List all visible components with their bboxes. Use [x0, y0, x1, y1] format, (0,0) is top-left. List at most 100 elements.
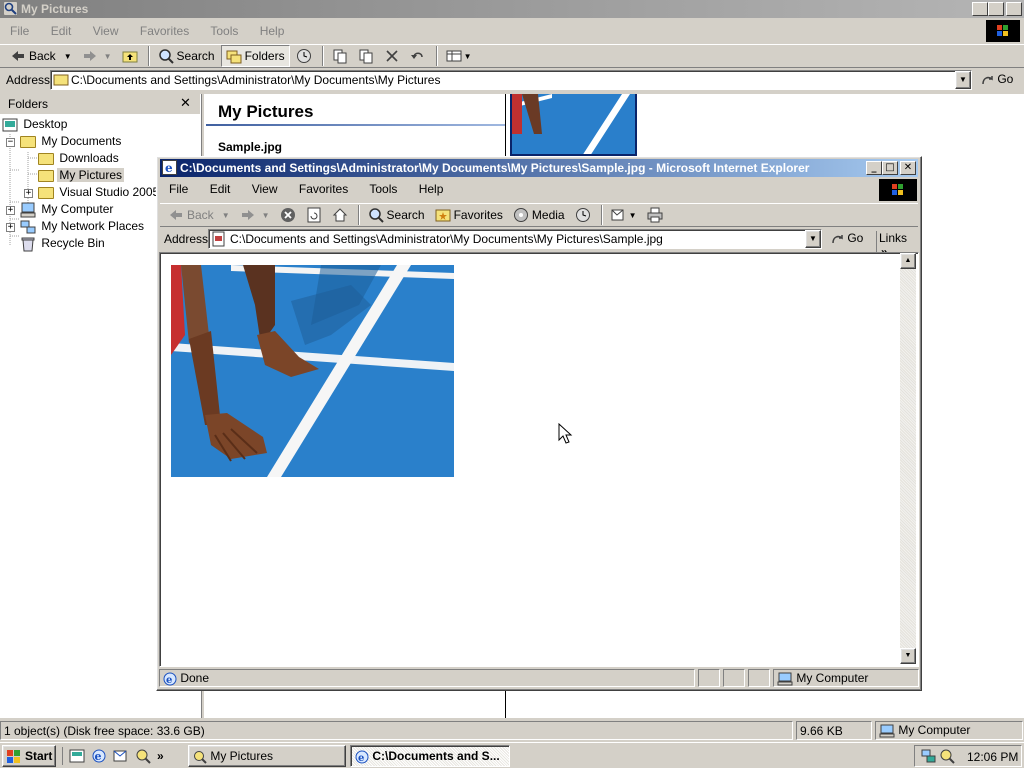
my-pictures-folder-icon: [38, 169, 54, 182]
ie-address-input[interactable]: C:\Documents and Settings\Administrator\…: [208, 229, 822, 249]
close-pane-button[interactable]: ✕: [180, 95, 191, 111]
ie-search-button[interactable]: Search: [364, 204, 429, 226]
back-button[interactable]: Back ▼: [6, 45, 76, 67]
tree-item-visual-studio-2005[interactable]: Visual Studio 2005: [38, 184, 161, 201]
show-desktop-icon[interactable]: [69, 748, 85, 764]
ie-go-button[interactable]: Go: [830, 231, 863, 246]
ie-minimize-button[interactable]: _: [866, 161, 882, 175]
ie-menu-view[interactable]: View: [252, 182, 278, 196]
menu-view[interactable]: View: [93, 24, 119, 38]
menu-help[interactable]: Help: [260, 24, 285, 38]
menu-file[interactable]: File: [10, 24, 29, 38]
scroll-down-button[interactable]: ▼: [900, 648, 916, 664]
copy-to-button[interactable]: [354, 45, 378, 67]
ie-address-dropdown-button[interactable]: ▼: [805, 230, 821, 248]
address-dropdown-button[interactable]: ▼: [955, 71, 971, 89]
menu-edit[interactable]: Edit: [51, 24, 72, 38]
outlook-express-icon[interactable]: [113, 748, 129, 764]
ie-media-button[interactable]: Media: [509, 204, 569, 226]
ie-back-button[interactable]: Back ▼: [164, 204, 234, 226]
internet-explorer-icon[interactable]: e: [91, 748, 107, 764]
ie-menu-edit[interactable]: Edit: [210, 182, 231, 196]
tree-item-desktop[interactable]: Desktop: [2, 116, 69, 133]
start-button[interactable]: Start: [2, 745, 56, 767]
status-left-text: 1 object(s) (Disk free space: 33.6 GB): [4, 724, 205, 738]
tree-item-downloads[interactable]: Downloads: [38, 150, 121, 167]
undo-button[interactable]: [406, 45, 430, 67]
recycle-bin-icon: [21, 237, 35, 252]
expand-toggle[interactable]: +: [6, 223, 15, 232]
close-button[interactable]: ✕: [1006, 2, 1022, 16]
search-tray-icon[interactable]: [939, 748, 955, 764]
ie-page-icon: e: [163, 672, 177, 686]
restore-button[interactable]: ❐: [988, 2, 1004, 16]
folders-button[interactable]: Folders: [220, 45, 290, 67]
search-icon: [158, 49, 174, 64]
history-button[interactable]: [292, 45, 316, 67]
expand-toggle[interactable]: +: [24, 189, 33, 198]
ie-refresh-button[interactable]: [302, 204, 326, 226]
ie-title-bar[interactable]: e C:\Documents and Settings\Administrato…: [160, 159, 918, 177]
thumbnail-sample-jpg[interactable]: [510, 94, 637, 156]
ie-home-button[interactable]: [328, 204, 352, 226]
tree-item-my-network-places[interactable]: My Network Places: [20, 218, 146, 235]
quick-launch-chevron-icon[interactable]: »: [157, 749, 164, 763]
ie-toolbar: Back ▼ ▼ Search Favorites Media ▼: [160, 203, 918, 227]
go-button[interactable]: Go: [980, 72, 1013, 87]
ie-favorites-button[interactable]: Favorites: [431, 204, 507, 226]
history-icon: [296, 49, 311, 63]
history-icon: [575, 208, 590, 222]
tree-label: Desktop: [23, 117, 68, 131]
explorer-search-icon: [194, 750, 207, 764]
forward-arrow-icon: [83, 51, 96, 61]
toolbar-separator: [435, 46, 438, 66]
tree-item-recycle-bin[interactable]: Recycle Bin: [20, 235, 107, 252]
ie-stop-button[interactable]: [276, 204, 300, 226]
status-size: 9.66 KB: [796, 721, 872, 740]
ie-print-button[interactable]: [643, 204, 667, 226]
tree-item-my-pictures[interactable]: My Pictures: [38, 167, 125, 184]
status-zone: My Computer: [875, 721, 1023, 740]
scroll-up-button[interactable]: ▲: [900, 253, 916, 269]
ie-forward-button[interactable]: ▼: [236, 204, 274, 226]
folder-icon: [38, 186, 54, 199]
home-icon: [332, 208, 347, 222]
tree-item-my-documents[interactable]: My Documents: [20, 133, 123, 150]
views-button[interactable]: ▼: [442, 45, 476, 67]
search-button[interactable]: Search: [154, 45, 219, 67]
search-icon: [368, 208, 384, 223]
ie-maximize-button[interactable]: □: [882, 161, 898, 175]
ie-menu-file[interactable]: File: [169, 182, 188, 196]
menu-tools[interactable]: Tools: [210, 24, 238, 38]
expand-toggle[interactable]: +: [6, 206, 15, 215]
explorer-title-bar[interactable]: My Pictures _ ❐ ✕: [0, 0, 1024, 18]
address-input[interactable]: C:\Documents and Settings\Administrator\…: [50, 70, 972, 90]
folder-icon: [38, 152, 54, 165]
clock[interactable]: 12:06 PM: [967, 750, 1018, 764]
ie-title-text: C:\Documents and Settings\Administrator\…: [180, 161, 810, 175]
menu-favorites[interactable]: Favorites: [140, 24, 189, 38]
collapse-toggle[interactable]: −: [6, 138, 15, 147]
toolbar-separator: [357, 205, 360, 225]
up-folder-button[interactable]: [118, 45, 142, 67]
forward-button[interactable]: ▼: [78, 45, 116, 67]
move-to-button[interactable]: [328, 45, 352, 67]
tree-item-my-computer[interactable]: My Computer: [20, 201, 115, 218]
minimize-button[interactable]: _: [972, 2, 988, 16]
tree-label: Downloads: [59, 151, 119, 165]
network-tray-icon[interactable]: [921, 748, 937, 764]
taskbar-item-my-pictures[interactable]: My Pictures: [188, 745, 346, 767]
thumbnail-image: [512, 94, 635, 154]
taskbar-item-internet-explorer[interactable]: e C:\Documents and S...: [350, 745, 510, 767]
ie-menu-tools[interactable]: Tools: [369, 182, 397, 196]
windows-explorer-icon[interactable]: [135, 748, 151, 764]
ie-history-button[interactable]: [571, 204, 595, 226]
ie-close-button[interactable]: ✕: [900, 161, 916, 175]
delete-button[interactable]: [380, 45, 404, 67]
sample-image[interactable]: [171, 265, 454, 477]
ie-menu-favorites[interactable]: Favorites: [299, 182, 348, 196]
ie-menu-help[interactable]: Help: [419, 182, 444, 196]
ie-mail-button[interactable]: ▼: [607, 204, 641, 226]
media-icon: [513, 208, 528, 222]
ie-vertical-scrollbar[interactable]: ▲ ▼: [900, 253, 916, 664]
